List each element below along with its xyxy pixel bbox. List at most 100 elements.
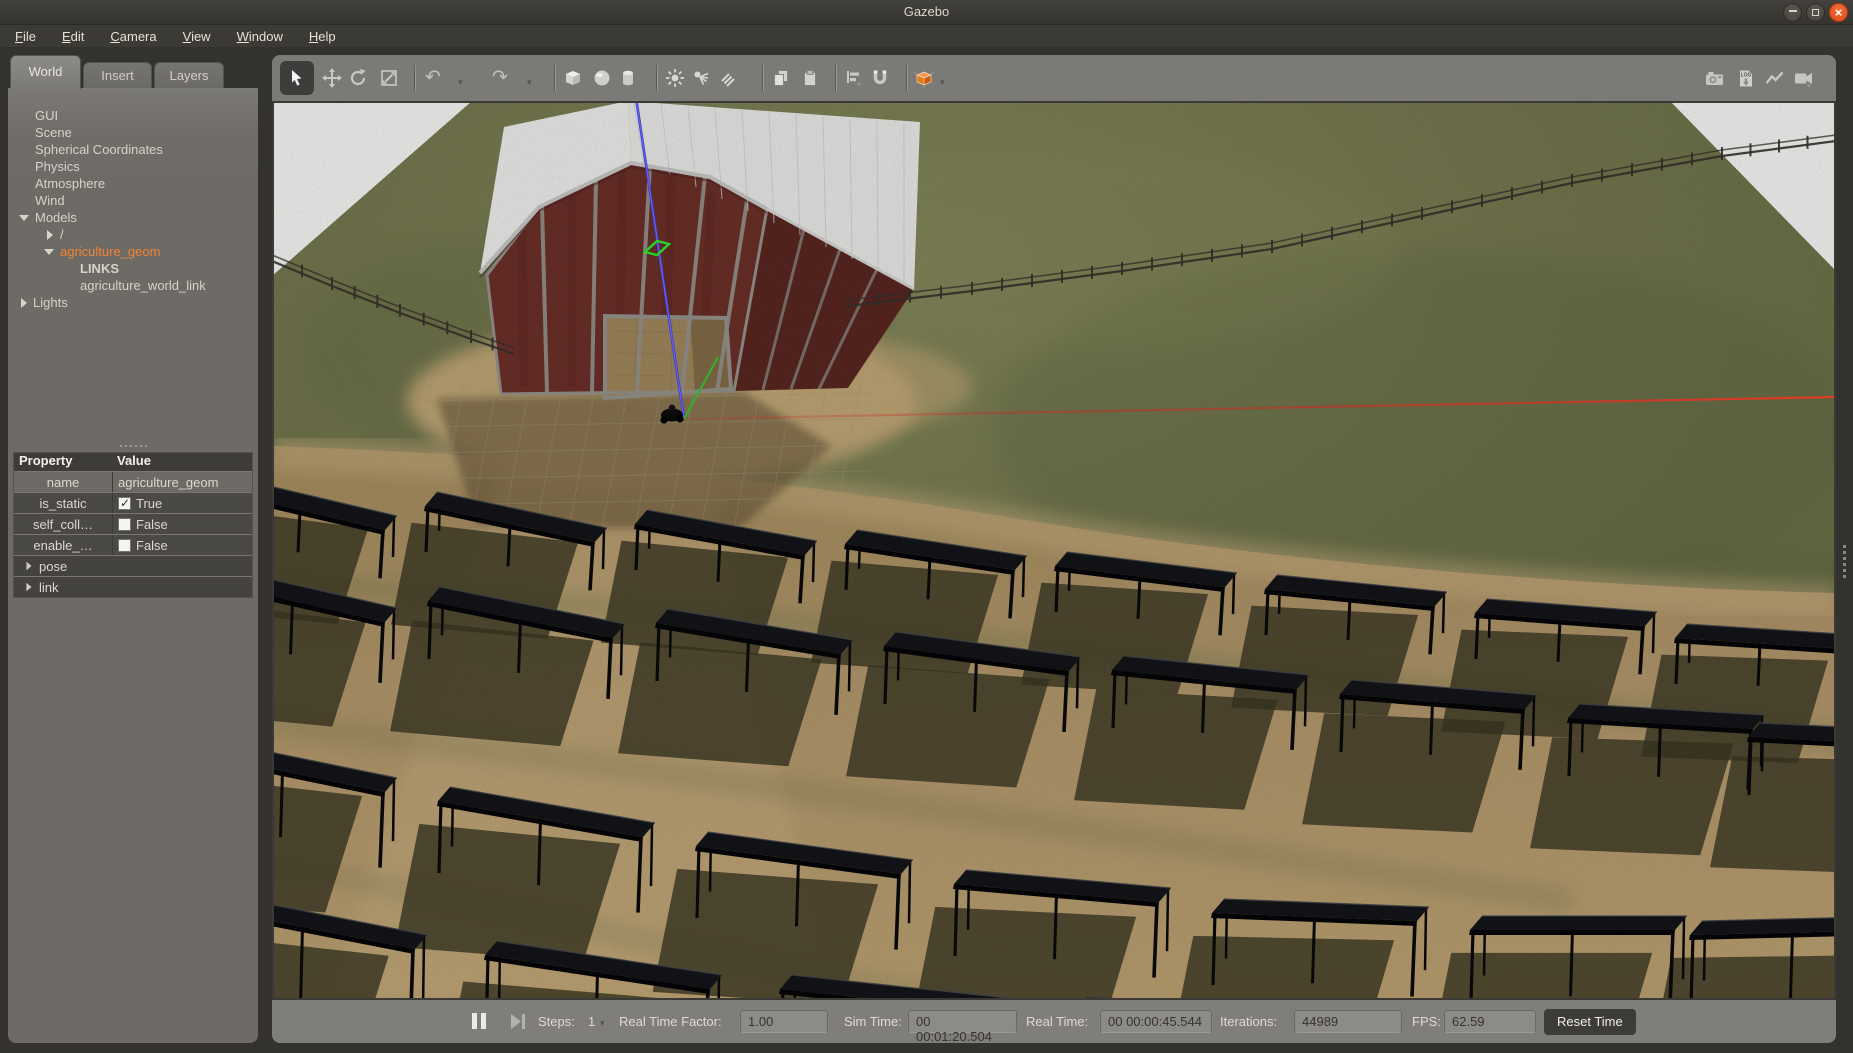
- panel-splitter-handle[interactable]: [8, 445, 258, 447]
- titlebar: Gazebo ×: [0, 0, 1853, 25]
- property-row-is-static[interactable]: is_static True: [14, 492, 252, 513]
- property-row-self-collide[interactable]: self_coll… False: [14, 513, 252, 534]
- redo-dropdown-caret[interactable]: ▾: [527, 77, 532, 88]
- expander-down-icon[interactable]: [19, 215, 29, 221]
- minimize-button[interactable]: [1783, 3, 1802, 22]
- insert-box-button[interactable]: [560, 67, 586, 89]
- insert-cylinder-button[interactable]: [615, 67, 641, 89]
- toolbar-separator: [835, 65, 836, 91]
- redo-icon: ↷: [492, 68, 508, 88]
- select-tool-button[interactable]: [280, 61, 314, 95]
- real-time-value-box[interactable]: 00 00:00:45.544: [1100, 1010, 1212, 1033]
- undo-dropdown-caret[interactable]: ▾: [458, 77, 463, 88]
- tree-item-root-model[interactable]: /: [8, 226, 258, 243]
- rtf-value-box[interactable]: 1.00: [740, 1010, 828, 1033]
- tree-item-wind[interactable]: Wind: [8, 192, 258, 209]
- translate-tool-button[interactable]: [319, 67, 345, 89]
- screenshot-button[interactable]: [1701, 67, 1727, 89]
- paste-button[interactable]: [797, 67, 823, 89]
- tree-item-models[interactable]: Models: [8, 209, 258, 226]
- tree-item-spherical-coordinates[interactable]: Spherical Coordinates: [8, 141, 258, 158]
- property-group-pose[interactable]: pose: [14, 555, 252, 576]
- menu-view[interactable]: View: [177, 28, 217, 45]
- menu-camera[interactable]: Camera: [104, 28, 162, 45]
- move-icon: [322, 68, 342, 88]
- tree-item-links[interactable]: LINKS: [8, 260, 258, 277]
- self-collide-checkbox[interactable]: [118, 518, 131, 531]
- iterations-value-box[interactable]: 44989: [1294, 1010, 1402, 1033]
- tree-item-atmosphere[interactable]: Atmosphere: [8, 175, 258, 192]
- paste-icon: [800, 68, 820, 88]
- tree-item-lights[interactable]: Lights: [8, 294, 258, 311]
- maximize-button[interactable]: [1806, 3, 1825, 22]
- iterations-label: Iterations:: [1220, 1014, 1277, 1029]
- tree-item-scene[interactable]: Scene: [8, 124, 258, 141]
- close-button[interactable]: ×: [1829, 3, 1848, 22]
- log-recorder-button[interactable]: LOG: [1733, 67, 1759, 89]
- property-row-name[interactable]: name agriculture_geom: [14, 471, 252, 492]
- point-light-button[interactable]: [662, 67, 688, 89]
- close-icon: ×: [1835, 5, 1843, 20]
- column-value: Value: [112, 453, 252, 471]
- expander-right-icon[interactable]: [21, 298, 27, 308]
- expander-down-icon[interactable]: [44, 249, 54, 255]
- maximize-icon: [1812, 9, 1819, 16]
- view-angle-dropdown-caret[interactable]: ▾: [940, 77, 945, 88]
- right-splitter-handle[interactable]: [1843, 545, 1846, 578]
- align-button[interactable]: [841, 67, 867, 89]
- expander-right-icon[interactable]: [26, 583, 31, 592]
- expander-right-icon[interactable]: [26, 562, 31, 571]
- viewport-3d[interactable]: [272, 101, 1836, 1000]
- real-time-label: Real Time:: [1026, 1014, 1088, 1029]
- window-title: Gazebo: [0, 4, 1853, 19]
- window-controls: ×: [1783, 3, 1848, 22]
- plot-button[interactable]: [1761, 67, 1787, 89]
- enable-wind-checkbox[interactable]: [118, 539, 131, 552]
- spot-light-button[interactable]: [688, 67, 714, 89]
- tab-world[interactable]: World: [10, 55, 81, 89]
- redo-button[interactable]: ↷: [487, 67, 513, 89]
- tree-item-physics[interactable]: Physics: [8, 158, 258, 175]
- plot-line-icon: [1764, 68, 1785, 88]
- menu-edit[interactable]: Edit: [56, 28, 90, 45]
- sim-time-value-box[interactable]: 00 00:01:20.504: [908, 1010, 1017, 1033]
- menu-window[interactable]: Window: [231, 28, 289, 45]
- property-group-link[interactable]: link: [14, 576, 252, 597]
- menu-file[interactable]: File: [9, 28, 42, 45]
- directional-light-button[interactable]: [715, 67, 741, 89]
- rotate-tool-button[interactable]: [345, 67, 371, 89]
- tree-item-gui[interactable]: GUI: [8, 107, 258, 124]
- view-angle-button[interactable]: [911, 67, 937, 89]
- copy-button[interactable]: [768, 67, 794, 89]
- steps-label: Steps:: [538, 1014, 575, 1029]
- undo-button[interactable]: ↶: [420, 67, 446, 89]
- video-record-button[interactable]: [1790, 67, 1816, 89]
- steps-value[interactable]: 1: [588, 1014, 595, 1029]
- insert-sphere-button[interactable]: [589, 67, 615, 89]
- toolbar-separator: [906, 65, 907, 91]
- property-table: Property Value name agriculture_geom is_…: [13, 452, 253, 598]
- tab-layers[interactable]: Layers: [154, 62, 224, 89]
- scale-tool-button[interactable]: [376, 67, 402, 89]
- viewport-3d-scene[interactable]: [272, 101, 1836, 1000]
- step-button[interactable]: [509, 1013, 527, 1033]
- reset-time-button[interactable]: Reset Time: [1544, 1009, 1636, 1035]
- tree-item-agriculture-world-link[interactable]: agriculture_world_link: [8, 277, 258, 294]
- snap-button[interactable]: [867, 67, 893, 89]
- cylinder-icon: [618, 68, 638, 88]
- property-row-enable-wind[interactable]: enable_… False: [14, 534, 252, 555]
- is-static-checkbox[interactable]: [118, 497, 131, 510]
- fps-value-box[interactable]: 62.59: [1444, 1010, 1536, 1033]
- tree-item-agriculture-geom[interactable]: agriculture_geom: [8, 243, 258, 260]
- steps-dropdown-caret[interactable]: ▾: [600, 1018, 605, 1029]
- menubar: File Edit Camera View Window Help: [0, 25, 1853, 47]
- rtf-label: Real Time Factor:: [619, 1014, 722, 1029]
- menu-help[interactable]: Help: [303, 28, 342, 45]
- tab-insert[interactable]: Insert: [83, 62, 152, 89]
- toolbar-separator: [554, 65, 555, 91]
- undo-icon: ↶: [425, 68, 441, 88]
- log-record-icon: LOG: [1736, 68, 1756, 89]
- pause-button[interactable]: [472, 1013, 486, 1029]
- statusbar: Steps: 1 ▾ Real Time Factor: 1.00 Sim Ti…: [272, 1000, 1836, 1043]
- expander-right-icon[interactable]: [47, 230, 53, 240]
